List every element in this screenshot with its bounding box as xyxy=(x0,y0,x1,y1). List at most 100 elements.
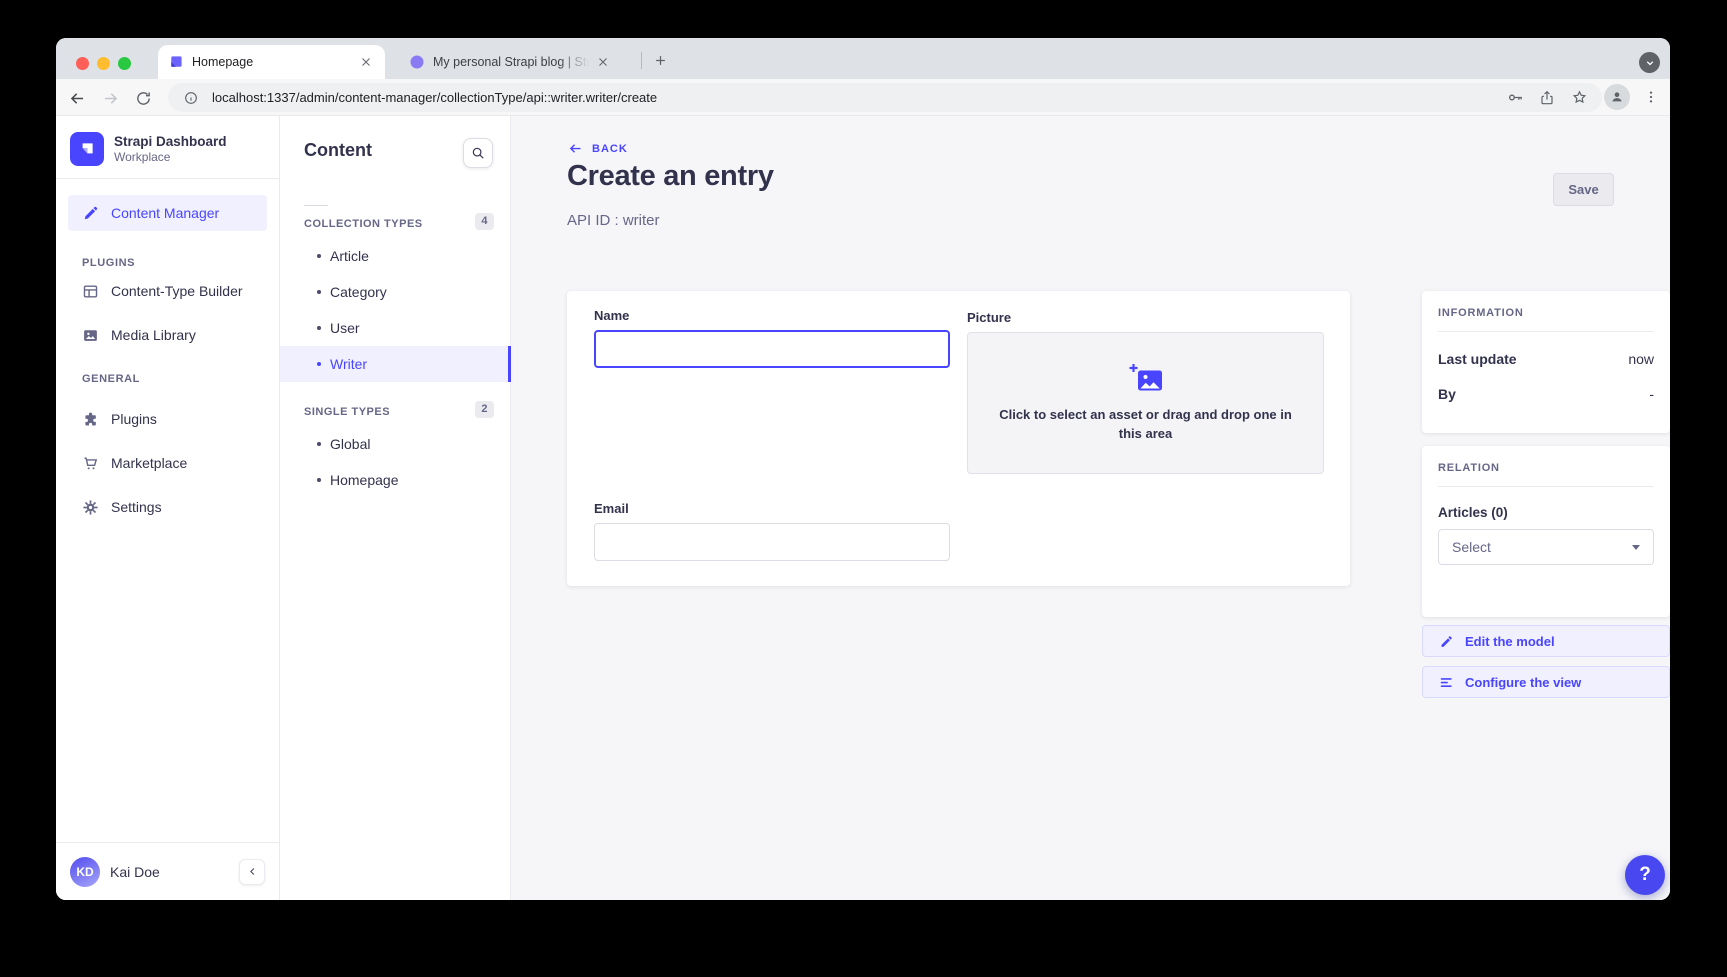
list-item-user[interactable]: User xyxy=(280,310,510,346)
reload-icon[interactable] xyxy=(131,86,155,110)
new-tab-button[interactable] xyxy=(648,48,672,72)
sidebar-item-marketplace[interactable]: Marketplace xyxy=(56,441,279,485)
kebab-menu-icon[interactable] xyxy=(1638,84,1664,110)
sidebar-item-label: Settings xyxy=(111,499,162,515)
section-header-plugins: PLUGINS xyxy=(56,257,279,269)
info-icon[interactable] xyxy=(180,87,202,109)
count-badge: 2 xyxy=(475,401,494,418)
relation-card: RELATION Articles (0) Select xyxy=(1422,446,1670,617)
configure-view-button[interactable]: Configure the view xyxy=(1422,666,1670,698)
tab-strapi-blog[interactable]: My personal Strapi blog | Strap xyxy=(400,45,622,79)
tab-separator xyxy=(641,52,642,69)
tab-homepage[interactable]: Homepage xyxy=(158,45,385,79)
list-item-label: User xyxy=(330,320,360,336)
sidebar-item-settings[interactable]: Settings xyxy=(56,485,279,529)
relation-header: RELATION xyxy=(1438,462,1654,487)
arrow-left-icon xyxy=(568,141,583,156)
list-item-article[interactable]: Article xyxy=(280,238,510,274)
pen-icon xyxy=(82,205,99,222)
collapse-sidebar-button[interactable] xyxy=(239,859,265,885)
tab-title: Homepage xyxy=(192,55,357,69)
tab-strip: Homepage My personal Strapi blog | Strap xyxy=(56,38,1670,79)
list-item-homepage[interactable]: Homepage xyxy=(280,462,510,498)
general-items: Plugins Marketplace Settings xyxy=(56,397,279,529)
strapi-logo xyxy=(70,132,104,166)
sidebar-item-content-manager[interactable]: Content Manager xyxy=(68,195,267,231)
kv-value: now xyxy=(1628,351,1654,367)
layout-icon xyxy=(82,283,99,300)
star-icon[interactable] xyxy=(1568,87,1590,109)
list-item-category[interactable]: Category xyxy=(280,274,510,310)
url-bar[interactable]: localhost:1337/admin/content-manager/col… xyxy=(168,83,1602,112)
help-button[interactable]: ? xyxy=(1625,855,1665,895)
profile-avatar[interactable] xyxy=(1604,84,1630,110)
strapi-favicon xyxy=(168,55,183,70)
api-id-subtitle: API ID : writer xyxy=(567,212,660,229)
list-item-global[interactable]: Global xyxy=(280,426,510,462)
share-icon[interactable] xyxy=(1536,87,1558,109)
browser-toolbar: localhost:1337/admin/content-manager/col… xyxy=(56,79,1670,116)
user-name: Kai Doe xyxy=(110,864,229,880)
close-tab-icon[interactable] xyxy=(357,53,375,71)
picture-field-group: Picture Click to select an asset or drag… xyxy=(967,310,1324,474)
plugins-items: Content-Type Builder Media Library xyxy=(56,269,279,357)
list-item-label: Global xyxy=(330,436,370,452)
back-icon[interactable] xyxy=(65,86,89,110)
brand-block[interactable]: Strapi Dashboard Workplace xyxy=(56,116,279,179)
gear-icon xyxy=(82,499,99,516)
save-button[interactable]: Save xyxy=(1553,173,1614,206)
browser-window: Homepage My personal Strapi blog | Strap xyxy=(56,38,1670,900)
tab-search-button[interactable] xyxy=(1639,52,1660,73)
list-item-label: Article xyxy=(330,248,369,264)
picture-dropzone[interactable]: Click to select an asset or drag and dro… xyxy=(967,332,1324,474)
sidebar-item-plugins[interactable]: Plugins xyxy=(56,397,279,441)
key-icon[interactable] xyxy=(1504,87,1526,109)
group-header-label: SINGLE TYPES xyxy=(304,406,390,418)
sidebar-item-content-type-builder[interactable]: Content-Type Builder xyxy=(56,269,279,313)
email-label: Email xyxy=(594,501,950,516)
back-label: BACK xyxy=(592,143,628,155)
list-item-writer[interactable]: Writer xyxy=(280,346,510,382)
close-tab-icon[interactable] xyxy=(594,53,612,71)
sidebar-item-label: Plugins xyxy=(111,411,157,427)
page-title: Create an entry xyxy=(567,160,774,193)
zoom-window-button[interactable] xyxy=(118,57,131,70)
close-window-button[interactable] xyxy=(76,57,89,70)
picture-add-icon xyxy=(1128,363,1164,394)
back-link[interactable]: BACK xyxy=(568,141,628,156)
by-row: By - xyxy=(1438,386,1654,402)
edit-model-button[interactable]: Edit the model xyxy=(1422,625,1670,657)
forward-icon[interactable] xyxy=(98,86,122,110)
group-header-single-types: SINGLE TYPES 2 xyxy=(280,404,510,420)
window-controls xyxy=(76,57,131,70)
sidebar-item-label: Content-Type Builder xyxy=(111,283,243,299)
list-item-label: Writer xyxy=(330,356,367,372)
last-update-row: Last update now xyxy=(1438,351,1654,367)
avatar[interactable]: KD xyxy=(70,857,100,887)
list-item-label: Category xyxy=(330,284,387,300)
kv-label: By xyxy=(1438,386,1456,402)
search-icon xyxy=(471,146,485,160)
information-header: INFORMATION xyxy=(1438,307,1654,332)
email-input[interactable] xyxy=(594,523,950,561)
search-button[interactable] xyxy=(463,138,493,168)
brand-text: Strapi Dashboard Workplace xyxy=(114,134,227,165)
minimize-window-button[interactable] xyxy=(97,57,110,70)
name-input[interactable] xyxy=(594,330,950,368)
action-label: Configure the view xyxy=(1465,675,1581,690)
sidebar-item-media-library[interactable]: Media Library xyxy=(56,313,279,357)
name-label: Name xyxy=(594,308,950,323)
articles-relation-label: Articles (0) xyxy=(1438,505,1654,520)
divider xyxy=(304,205,328,206)
image-icon xyxy=(82,327,99,344)
articles-select[interactable]: Select xyxy=(1438,529,1654,565)
dropzone-text: Click to select an asset or drag and dro… xyxy=(991,405,1301,444)
name-field-group: Name xyxy=(594,308,950,368)
list-item-label: Homepage xyxy=(330,472,399,488)
entry-form-card: Name Picture Click to select an asset or… xyxy=(567,291,1350,586)
content-panel: Content COLLECTION TYPES 4 Article Categ… xyxy=(280,116,511,900)
kv-value: - xyxy=(1649,386,1654,402)
select-placeholder: Select xyxy=(1452,539,1491,555)
count-badge: 4 xyxy=(475,213,494,230)
sidebar-item-label: Media Library xyxy=(111,327,196,343)
